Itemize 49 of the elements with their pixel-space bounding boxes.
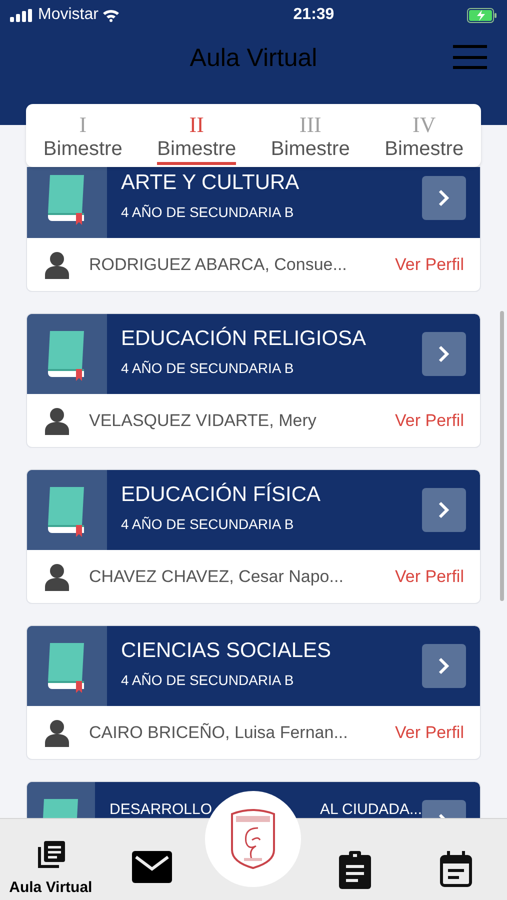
- semester-tab[interactable]: II Bimestre: [157, 114, 236, 165]
- chevron-right-icon: [438, 345, 450, 363]
- teacher-name: RODRIGUEZ ABARCA, Consue...: [89, 254, 348, 276]
- course-header[interactable]: CIENCIAS SOCIALES 4 AÑO DE SECUNDARIA B: [27, 626, 480, 706]
- chevron-right-icon: [438, 657, 450, 675]
- teacher-name: CAIRO BRICEÑO, Luisa Fernan...: [89, 722, 349, 744]
- profile-link[interactable]: Ver Perfil: [395, 408, 464, 434]
- person-icon: [43, 406, 71, 434]
- battery-icon: [467, 8, 497, 22]
- chevron-right-button[interactable]: [422, 176, 466, 220]
- chevron-right-button[interactable]: [422, 332, 466, 376]
- profile-link[interactable]: Ver Perfil: [395, 720, 464, 746]
- carrier-name: Movistar: [38, 5, 98, 25]
- profile-link[interactable]: Ver Perfil: [395, 564, 464, 590]
- course-header[interactable]: DESARROLLO AL CIUDADA...: [27, 782, 480, 818]
- course-header[interactable]: EDUCACIÓN FÍSICA 4 AÑO DE SECUNDARIA B: [27, 470, 480, 550]
- course-title: AL CIUDADA...: [320, 800, 422, 818]
- person-icon: [43, 250, 71, 278]
- chevron-right-icon: [438, 189, 450, 207]
- course-title: ARTE Y CULTURA: [121, 170, 300, 196]
- course-title: CIENCIAS SOCIALES: [121, 638, 332, 664]
- page-title: Aula Virtual: [190, 43, 318, 74]
- course-header[interactable]: EDUCACIÓN RELIGIOSA 4 AÑO DE SECUNDARIA B: [27, 314, 480, 394]
- course-grade: 4 AÑO DE SECUNDARIA B: [121, 671, 295, 690]
- course-grade: 4 AÑO DE SECUNDARIA B: [121, 359, 295, 378]
- semester-tab[interactable]: I Bimestre: [43, 114, 122, 165]
- teacher-name: VELASQUEZ VIDARTE, Mery: [89, 410, 318, 432]
- course-grade: 4 AÑO DE SECUNDARIA B: [121, 515, 295, 534]
- course-title: EDUCACIÓN FÍSICA: [121, 482, 322, 508]
- chevron-right-button[interactable]: [422, 644, 466, 688]
- clock-time: 21:39: [293, 5, 334, 25]
- chevron-right-button[interactable]: [422, 488, 466, 532]
- clipboard-icon: [338, 851, 371, 889]
- signal-icon: [10, 8, 34, 22]
- calendar-icon: [440, 851, 472, 887]
- person-icon: [43, 562, 71, 590]
- course-title: DESARROLLO: [109, 800, 212, 818]
- wifi-icon: [102, 8, 120, 22]
- chevron-right-icon: [438, 501, 450, 519]
- semester-tab[interactable]: IV Bimestre: [384, 114, 464, 165]
- course-title: EDUCACIÓN RELIGIOSA: [121, 326, 368, 352]
- person-icon: [43, 718, 71, 746]
- profile-link[interactable]: Ver Perfil: [395, 252, 464, 278]
- teacher-name: CHAVEZ CHAVEZ, Cesar Napo...: [89, 566, 344, 588]
- course-header[interactable]: ARTE Y CULTURA 4 AÑO DE SECUNDARIA B: [27, 167, 480, 238]
- mail-icon: [132, 851, 172, 883]
- semester-tab[interactable]: III Bimestre: [270, 114, 350, 165]
- course-grade: 4 AÑO DE SECUNDARIA B: [121, 203, 295, 222]
- nav-tab[interactable]: Aula Virtual: [0, 819, 102, 900]
